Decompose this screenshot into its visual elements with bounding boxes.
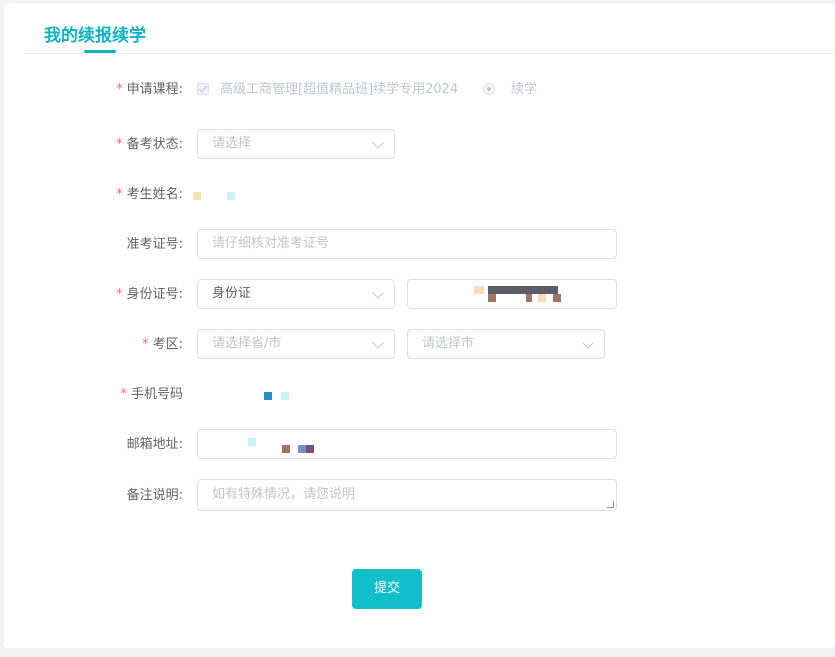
redacted-mark <box>248 438 256 446</box>
province-select[interactable]: 请选择省/市 <box>197 329 395 359</box>
course-name: 高级工商管理[超值精品班]续学专用2024 <box>220 82 459 97</box>
tab-bar: 我的续报续学 <box>24 3 835 54</box>
redacted-mark <box>538 294 546 302</box>
renewal-radio[interactable] <box>483 83 495 95</box>
redacted-mark <box>298 445 306 453</box>
redacted-mark <box>227 192 235 200</box>
row-name: * 考生姓名: <box>4 178 835 212</box>
row-admission-no: 准考证号: 请仔细核对准考证号 <box>4 228 835 262</box>
redacted-mark <box>193 192 201 200</box>
email-label: 邮箱地址: <box>126 437 183 452</box>
chevron-down-icon <box>372 137 384 149</box>
exam-status-label: * 备考状态: <box>116 137 183 152</box>
id-type-select[interactable]: 身份证 <box>197 279 395 309</box>
course-checkbox[interactable] <box>197 83 209 95</box>
name-label: * 考生姓名: <box>116 187 183 202</box>
redacted-mark <box>488 294 496 302</box>
row-course: * 申请课程: 高级工商管理[超值精品班]续学专用2024 续学 <box>4 73 835 107</box>
redacted-mark <box>474 286 484 294</box>
city-select[interactable]: 请选择市 <box>407 329 605 359</box>
redacted-mark <box>488 286 558 294</box>
remark-label: 备注说明: <box>126 488 183 503</box>
tab-my-renewal[interactable]: 我的续报续学 <box>44 21 146 46</box>
redacted-mark <box>281 392 289 400</box>
row-email: 邮箱地址: <box>4 428 835 462</box>
form-card: 我的续报续学 * 申请课程: 高级工商管理[超值精品班]续学专用2024 续学 *… <box>4 3 835 648</box>
exam-area-label: * 考区: <box>142 337 183 352</box>
tab-active-indicator <box>84 50 116 53</box>
admission-no-input[interactable]: 请仔细核对准考证号 <box>197 229 617 259</box>
row-remark: 备注说明: 如有特殊情况，请您说明 <box>4 479 835 513</box>
id-number-input[interactable] <box>407 279 617 309</box>
redacted-mark <box>553 294 561 302</box>
redacted-mark <box>264 392 272 400</box>
chevron-down-icon <box>582 337 594 349</box>
renewal-radio-label: 续学 <box>511 82 538 97</box>
redacted-mark <box>526 294 532 302</box>
redacted-mark <box>306 445 314 453</box>
row-exam-area: * 考区: 请选择省/市 请选择市 <box>4 328 835 362</box>
exam-status-select[interactable]: 请选择 <box>197 129 395 159</box>
email-input[interactable] <box>197 429 617 459</box>
chevron-down-icon <box>372 287 384 299</box>
chevron-down-icon <box>372 337 384 349</box>
remark-textarea[interactable]: 如有特殊情况，请您说明 <box>197 479 617 511</box>
row-id-no: * 身份证号: 身份证 <box>4 278 835 312</box>
phone-label: * 手机号码 <box>120 387 183 402</box>
resize-handle-icon[interactable] <box>607 501 614 508</box>
row-phone: * 手机号码 <box>4 378 835 412</box>
redacted-mark <box>282 445 290 453</box>
course-label: * 申请课程: <box>116 82 183 97</box>
id-no-label: * 身份证号: <box>116 287 183 302</box>
admission-no-label: 准考证号: <box>126 237 183 252</box>
submit-button[interactable]: 提交 <box>352 569 422 609</box>
row-exam-status: * 备考状态: 请选择 <box>4 128 835 162</box>
